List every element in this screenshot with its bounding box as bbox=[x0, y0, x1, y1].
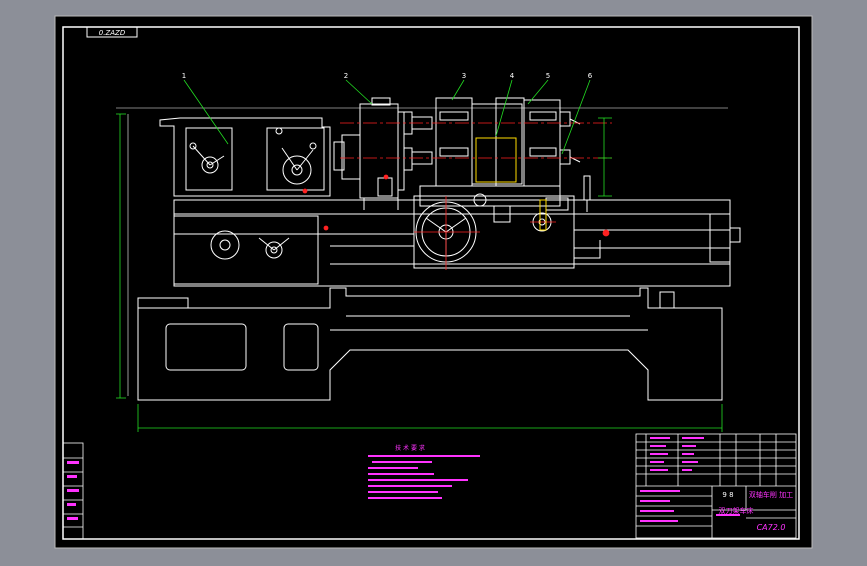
drawing-name-line2: 双刀架车床 bbox=[719, 506, 754, 515]
leader-number-2: 2 bbox=[344, 72, 348, 80]
cad-viewport[interactable]: 0.ZAZD 1 2 3 4 5 6 技 术 要 求 9 8 双轴车削 加工 双… bbox=[0, 0, 867, 562]
leader-number-6: 6 bbox=[588, 72, 593, 80]
leader-number-1: 1 bbox=[182, 72, 186, 80]
drawing-canvas: 0.ZAZD 1 2 3 4 5 6 技 术 要 求 9 8 双轴车削 加工 双… bbox=[54, 15, 813, 549]
drawing-sheet bbox=[54, 15, 813, 549]
leader-number-5: 5 bbox=[546, 72, 550, 80]
drawing-code: CA72.0 bbox=[757, 523, 786, 532]
leader-number-3: 3 bbox=[462, 72, 466, 80]
scale-label: 9 8 bbox=[722, 491, 733, 499]
notes-title: 技 术 要 求 bbox=[395, 444, 425, 452]
drawing-name-line1: 双轴车削 加工 bbox=[749, 490, 793, 499]
code-stamp-text: 0.ZAZD bbox=[99, 29, 126, 37]
leader-number-4: 4 bbox=[510, 72, 515, 80]
